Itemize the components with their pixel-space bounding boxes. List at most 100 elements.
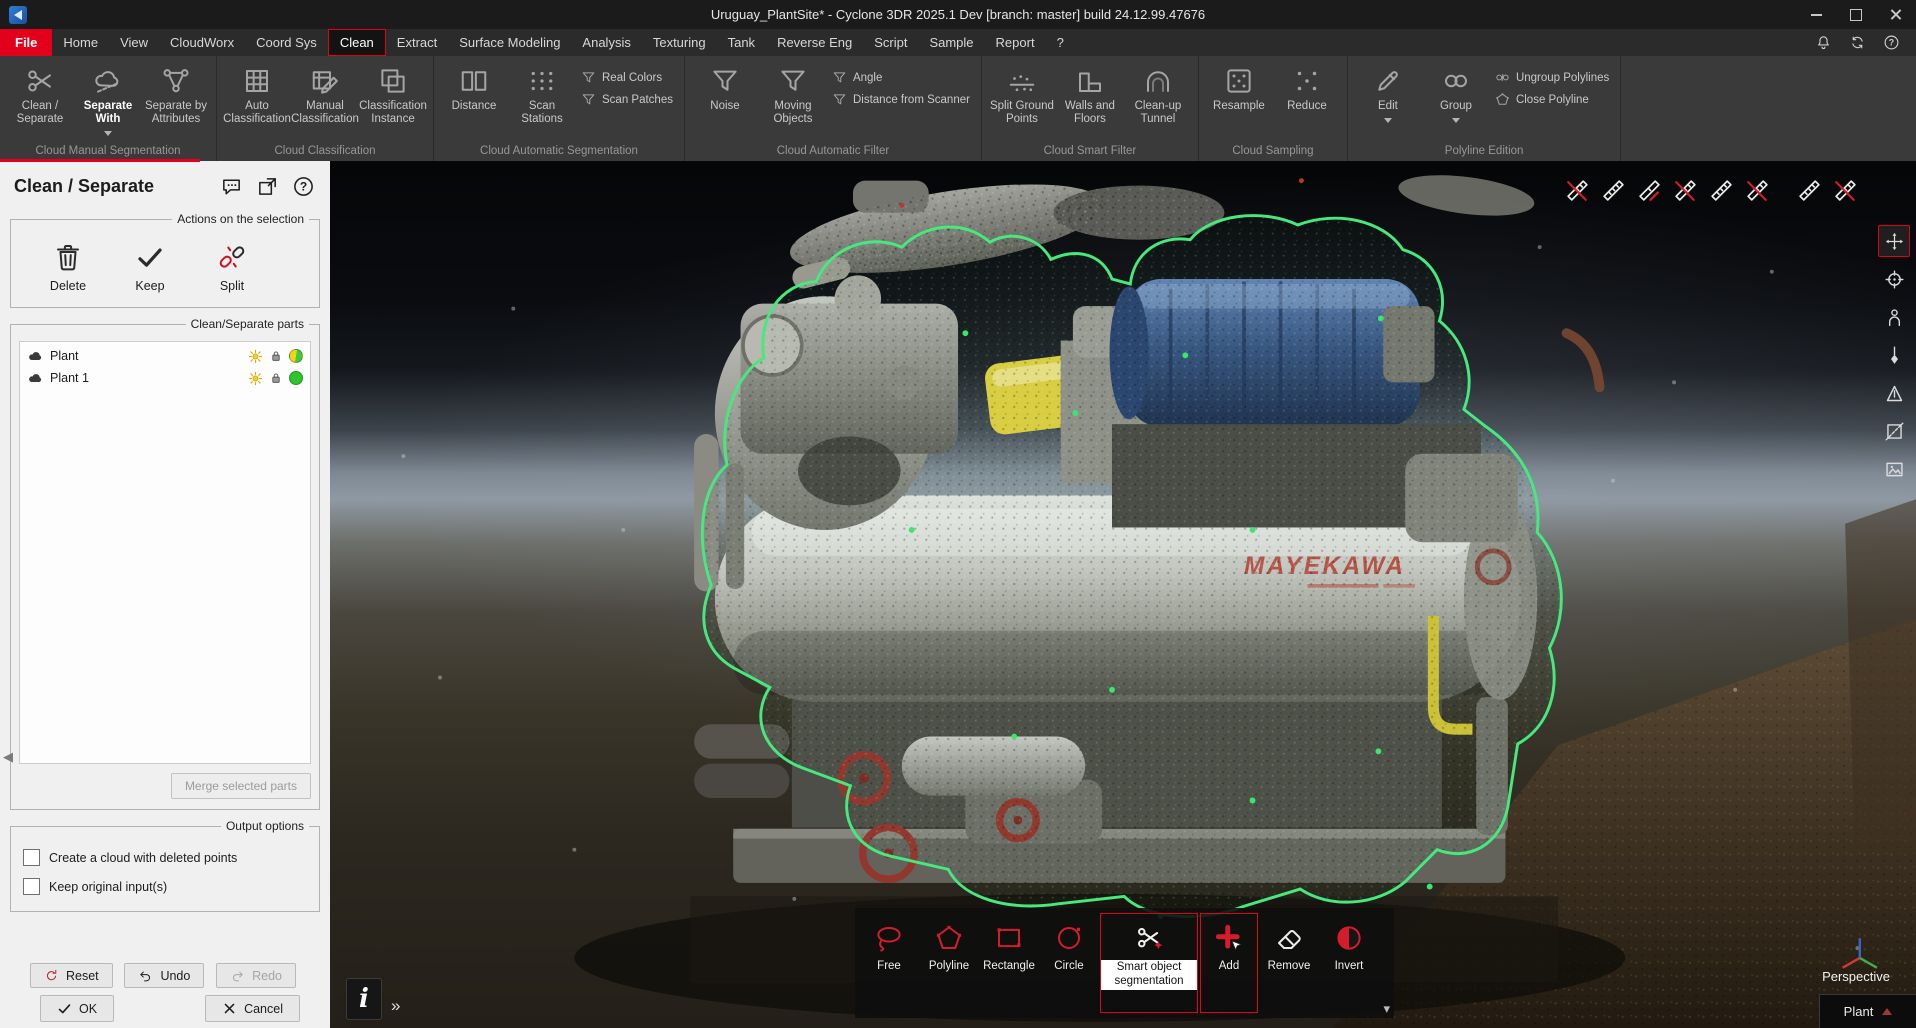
nav-level-button[interactable] — [1878, 377, 1910, 409]
comment-button[interactable] — [218, 173, 244, 199]
ribbon-button-angle[interactable]: Angle — [832, 70, 970, 85]
checkbox-create-a-cloud-with-deleted-points[interactable]: Create a cloud with deleted points — [19, 843, 311, 872]
ribbon-button-separate-by-attributes[interactable]: Separate by Attributes — [143, 61, 209, 126]
ribbon-button-noise[interactable]: Noise — [692, 61, 758, 113]
detach-button[interactable] — [254, 173, 280, 199]
menu-item-extract[interactable]: Extract — [386, 29, 448, 56]
tool-free[interactable]: Free — [860, 913, 918, 1013]
measure-clip-button[interactable] — [1742, 175, 1772, 205]
lock-icon[interactable] — [269, 371, 283, 385]
parts-list[interactable]: PlantPlant 1 — [19, 341, 311, 764]
tool-add[interactable]: Add — [1200, 913, 1258, 1013]
sun-icon[interactable] — [248, 349, 263, 364]
ribbon-button-moving-objects[interactable]: Moving Objects — [760, 61, 826, 126]
delete-button[interactable]: Delete — [36, 242, 100, 293]
ruler-button[interactable] — [1794, 175, 1824, 205]
ribbon-button-real-colors[interactable]: Real Colors — [581, 70, 673, 85]
expand-chevrons-icon[interactable]: » — [391, 996, 400, 1020]
ribbon-button-ungroup-polylines[interactable]: Ungroup Polylines — [1495, 70, 1609, 85]
menu-item-sample[interactable]: Sample — [918, 29, 984, 56]
part-row-plant[interactable]: Plant — [20, 345, 310, 367]
color-swatch[interactable] — [289, 371, 303, 385]
measure-distance-button[interactable] — [1598, 175, 1628, 205]
menu-item-tank[interactable]: Tank — [717, 29, 766, 56]
menu-item-texturing[interactable]: Texturing — [642, 29, 717, 56]
split-button[interactable]: Split — [200, 242, 264, 293]
sync-button[interactable] — [1846, 32, 1868, 54]
bell-button[interactable] — [1812, 32, 1834, 54]
nav-plumb-button[interactable] — [1878, 339, 1910, 371]
ruler-off-button[interactable] — [1830, 175, 1860, 205]
reset-button[interactable]: Reset — [30, 963, 113, 988]
toolbar-collapse-icon[interactable]: ▾ — [1383, 1001, 1390, 1017]
menu-item-cloudworx[interactable]: CloudWorx — [159, 29, 245, 56]
menu-item-analysis[interactable]: Analysis — [571, 29, 641, 56]
ribbon-button-manual-classification[interactable]: Manual Classification — [292, 61, 358, 126]
close-button[interactable] — [1876, 0, 1916, 29]
nav-move-button[interactable] — [1878, 225, 1910, 257]
info-button[interactable]: i — [346, 978, 382, 1020]
menu-item-script[interactable]: Script — [863, 29, 918, 56]
menu-item-home[interactable]: Home — [52, 29, 109, 56]
nav-image-button[interactable] — [1878, 453, 1910, 485]
menu-item-help[interactable]: ? — [1046, 29, 1075, 56]
cancel-button[interactable]: Cancel — [205, 995, 300, 1022]
cloud-selector-dropdown[interactable]: Plant — [1819, 994, 1916, 1028]
checkbox-box[interactable] — [23, 878, 40, 895]
menu-item-file[interactable]: File — [0, 29, 52, 56]
menu-item-coord-sys[interactable]: Coord Sys — [245, 29, 328, 56]
help-button[interactable] — [1880, 32, 1902, 54]
tool-smart-object-segmentation[interactable]: Smart object segmentation — [1100, 913, 1198, 1013]
ribbon-button-classification-instance[interactable]: Classification Instance — [360, 61, 426, 126]
checkbox-keep-original-input-s[interactable]: Keep original input(s) — [19, 872, 311, 901]
redo-button[interactable]: Redo — [216, 963, 296, 988]
undo-button[interactable]: Undo — [124, 963, 204, 988]
projection-mode-label[interactable]: Perspective — [1822, 969, 1890, 984]
ribbon-button-walls-and-floors[interactable]: Walls and Floors — [1057, 61, 1123, 126]
minimize-button[interactable] — [1796, 0, 1836, 29]
panel-collapse-arrow[interactable]: ◀ — [3, 749, 13, 765]
menu-item-reverse-eng[interactable]: Reverse Eng — [766, 29, 863, 56]
tool-polyline[interactable]: Polyline — [920, 913, 978, 1013]
measure-angle-button[interactable] — [1670, 175, 1700, 205]
measure-surface-button[interactable] — [1706, 175, 1736, 205]
sun-icon[interactable] — [248, 371, 263, 386]
ribbon-button-auto-classification[interactable]: Auto Classification — [224, 61, 290, 126]
ribbon-button-group[interactable]: Group — [1423, 61, 1489, 123]
ribbon-button-reduce[interactable]: Reduce — [1274, 61, 1340, 113]
help-button[interactable] — [290, 173, 316, 199]
tool-circle[interactable]: Circle — [1040, 913, 1098, 1013]
lock-icon[interactable] — [269, 349, 283, 363]
ribbon-button-close-polyline[interactable]: Close Polyline — [1495, 92, 1609, 107]
point-cloud-viewport[interactable]: MAYEKAWA — [330, 161, 1916, 1028]
ribbon-button-scan-stations[interactable]: Scan Stations — [509, 61, 575, 126]
menu-item-surface-modeling[interactable]: Surface Modeling — [448, 29, 571, 56]
merge-selected-parts-button[interactable]: Merge selected parts — [171, 773, 311, 799]
ribbon-button-clean-separate[interactable]: Clean / Separate — [7, 61, 73, 126]
color-swatch[interactable] — [289, 349, 303, 363]
ribbon-button-distance-from-scanner[interactable]: Distance from Scanner — [832, 92, 970, 107]
maximize-button[interactable] — [1836, 0, 1876, 29]
tool-remove[interactable]: Remove — [1260, 913, 1318, 1013]
ribbon-button-split-ground-points[interactable]: Split Ground Points — [989, 61, 1055, 126]
menu-item-view[interactable]: View — [109, 29, 159, 56]
ribbon-button-scan-patches[interactable]: Scan Patches — [581, 92, 673, 107]
tool-rectangle[interactable]: Rectangle — [980, 913, 1038, 1013]
ok-button[interactable]: OK — [40, 995, 114, 1022]
ribbon-button-resample[interactable]: Resample — [1206, 61, 1272, 113]
nav-avatar-button[interactable] — [1878, 301, 1910, 333]
ribbon-button-edit[interactable]: Edit — [1355, 61, 1421, 123]
tool-invert[interactable]: Invert — [1320, 913, 1378, 1013]
part-row-plant-1[interactable]: Plant 1 — [20, 367, 310, 389]
ribbon-button-distance[interactable]: Distance — [441, 61, 507, 113]
nav-target-button[interactable] — [1878, 263, 1910, 295]
keep-button[interactable]: Keep — [118, 242, 182, 293]
menu-item-clean[interactable]: Clean — [328, 29, 386, 56]
menu-item-report[interactable]: Report — [985, 29, 1046, 56]
checkbox-box[interactable] — [23, 849, 40, 866]
measure-annotate-button[interactable] — [1634, 175, 1664, 205]
ribbon-button-clean-up-tunnel[interactable]: Clean-up Tunnel — [1125, 61, 1191, 126]
measure-point-button[interactable] — [1562, 175, 1592, 205]
ribbon-button-separate-with[interactable]: Separate With — [75, 61, 141, 136]
nav-section-button[interactable] — [1878, 415, 1910, 447]
